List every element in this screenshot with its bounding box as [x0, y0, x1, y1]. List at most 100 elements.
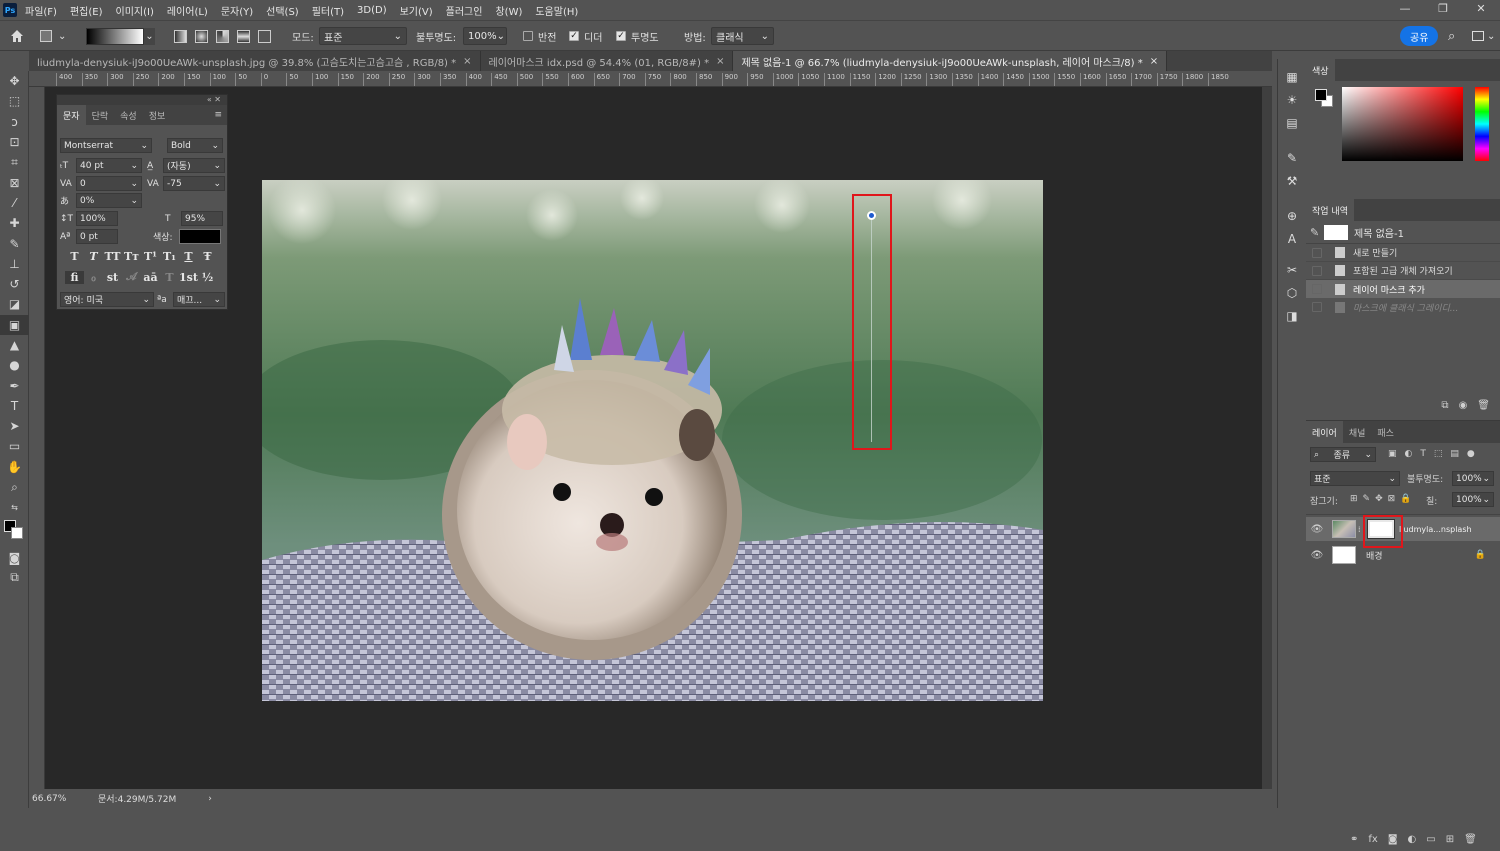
ordinals-icon[interactable]: 1st [179, 271, 198, 284]
rectangle-tool-icon[interactable]: ▭ [0, 436, 29, 456]
menu-select[interactable]: 선택(S) [266, 3, 299, 18]
hue-slider[interactable] [1475, 87, 1489, 161]
link-layers-icon[interactable]: ⚭ [1350, 834, 1358, 845]
zoom-tool-icon[interactable]: ⌕ [0, 477, 29, 497]
method-select[interactable]: 클래식 ⌄ [711, 27, 774, 45]
3d-icon[interactable]: ⬡ [1278, 281, 1306, 304]
tab-paths[interactable]: 패스 [1371, 421, 1400, 443]
camera-icon[interactable]: ◉ [1459, 400, 1468, 411]
history-item[interactable]: 포함된 고급 개체 가져오기 [1306, 262, 1500, 280]
menu-edit[interactable]: 편집(E) [70, 3, 103, 18]
menu-view[interactable]: 보기(V) [400, 3, 433, 18]
menu-plugins[interactable]: 플러그인 [446, 3, 483, 18]
font-size-input[interactable]: 40 pt ⌄ [76, 158, 142, 173]
tab-document-2[interactable]: 레이어마스크 idx.psd @ 54.4% (01, RGB/8#) * × [481, 51, 734, 71]
history-item[interactable]: 마스크에 클래식 그레이디... [1306, 298, 1500, 316]
language-select[interactable]: 영어: 미국 ⌄ [60, 292, 154, 307]
tool-presets-icon[interactable]: ✂ [1278, 258, 1306, 281]
gradient-picker[interactable]: ⌄ [86, 26, 155, 46]
linear-gradient-icon[interactable] [174, 26, 187, 46]
search-icon[interactable]: ⌕ [1448, 26, 1455, 46]
filter-adjustment-icon[interactable]: ◐ [1405, 449, 1413, 459]
vertical-scale-input[interactable]: 100% [76, 211, 118, 226]
history-brush-tool-icon[interactable]: ↺ [0, 274, 29, 294]
trash-icon[interactable]: 🗑 [1464, 834, 1477, 845]
tab-document-1[interactable]: liudmyla-denysiuk-iJ9o00UeAWk-unsplash.j… [29, 51, 481, 71]
tool-preset-picker[interactable]: ⌄ [40, 26, 66, 46]
history-toggle[interactable] [1312, 284, 1322, 294]
tab-channels[interactable]: 채널 [1343, 421, 1372, 443]
discretionary-ligatures-icon[interactable]: ℴ [84, 271, 103, 284]
type-tool-icon[interactable]: T [0, 396, 29, 416]
lock-artboard-icon[interactable]: ⊠ [1388, 494, 1396, 504]
tab-paragraph[interactable]: 단락 [86, 109, 115, 122]
opacity-input[interactable]: 100% ⌄ [463, 27, 507, 45]
mode-select[interactable]: 표준 ⌄ [319, 27, 407, 45]
restore-button[interactable]: ❐ [1424, 0, 1462, 20]
dodge-tool-icon[interactable]: ● [0, 355, 29, 375]
eraser-tool-icon[interactable]: ◪ [0, 294, 29, 314]
styles-icon[interactable]: ▤ [1278, 111, 1306, 134]
tab-layers[interactable]: 레이어 [1306, 421, 1343, 443]
new-document-from-state-icon[interactable]: ⧉ [1441, 400, 1448, 411]
ligatures-icon[interactable]: fi [65, 270, 84, 284]
tab-info[interactable]: 정보 [143, 109, 172, 122]
superscript-icon[interactable]: T¹ [141, 250, 160, 263]
frame-tool-icon[interactable]: ⊠ [0, 172, 29, 192]
history-toggle[interactable] [1312, 247, 1322, 258]
eye-icon[interactable]: 👁 [1306, 524, 1328, 535]
marquee-tool-icon[interactable]: ⬚ [0, 91, 29, 111]
close-window-button[interactable]: ✕ [1462, 0, 1500, 20]
move-tool-icon[interactable]: ✥ [0, 71, 29, 91]
menu-filter[interactable]: 필터(T) [312, 3, 344, 18]
reflected-gradient-icon[interactable] [237, 26, 250, 46]
strikethrough-icon[interactable]: Ŧ [198, 250, 217, 263]
link-icon[interactable]: ⁞ [1358, 525, 1362, 534]
workspace-icon[interactable]: ⌄ [1472, 26, 1495, 46]
default-colors-icon[interactable]: ⇆ [0, 497, 29, 517]
menu-image[interactable]: 이미지(I) [116, 3, 154, 18]
antialias-select[interactable]: 매끄... ⌄ [173, 292, 225, 307]
panel-collapse-bar[interactable]: « ✕ [57, 95, 227, 105]
brushes-icon[interactable]: ✎ [1278, 146, 1306, 169]
contextual-alternates-icon[interactable]: st [103, 271, 122, 284]
filter-type-icon[interactable]: T [1420, 449, 1426, 459]
gradient-start-handle[interactable] [867, 211, 876, 220]
horizontal-ruler[interactable]: 400 350 300 250 200 150 100 50 0 50 100 150 200 250 30… [29, 71, 1272, 87]
fractions-icon[interactable]: ½ [198, 271, 217, 284]
zoom-level[interactable]: 66.67% [32, 794, 92, 804]
vertical-ruler[interactable] [29, 87, 45, 789]
filter-pixel-icon[interactable]: ▣ [1388, 449, 1397, 459]
menu-help[interactable]: 도움말(H) [535, 3, 578, 18]
libraries-icon[interactable]: ▦ [1278, 65, 1306, 88]
lock-transparent-icon[interactable]: ⊞ [1350, 494, 1358, 504]
swash-icon[interactable]: 𝒜 [122, 270, 141, 284]
menu-layer[interactable]: 레이어(L) [167, 3, 208, 18]
filter-toggle-icon[interactable]: ● [1467, 449, 1475, 459]
layer-row-smart-object[interactable]: 👁 ⁞ liudmyla...nsplash [1306, 517, 1500, 541]
close-icon[interactable]: × [1150, 56, 1158, 67]
object-select-tool-icon[interactable]: ⊡ [0, 132, 29, 152]
tab-character[interactable]: 문자 [57, 105, 86, 125]
brush-settings-icon[interactable]: ⚒ [1278, 169, 1306, 192]
share-button[interactable]: 공유 [1400, 26, 1439, 46]
close-icon[interactable]: × [463, 56, 471, 67]
menu-window[interactable]: 창(W) [495, 3, 522, 18]
text-color-swatch[interactable] [179, 229, 221, 244]
filter-smart-object-icon[interactable]: ▤ [1450, 449, 1459, 459]
pen-tool-icon[interactable]: ✒ [0, 375, 29, 395]
minimize-button[interactable]: — [1386, 0, 1424, 20]
leading-input[interactable]: (자동) ⌄ [163, 158, 225, 173]
adjustment-layer-icon[interactable]: ◐ [1408, 834, 1417, 845]
history-item[interactable]: 새로 만들기 [1306, 244, 1500, 262]
character-icon[interactable]: A [1278, 227, 1306, 250]
clone-source-icon[interactable]: ⊕ [1278, 204, 1306, 227]
reverse-checkbox[interactable]: 반전 [523, 26, 556, 46]
lasso-tool-icon[interactable]: ↄ [0, 112, 29, 132]
font-style-select[interactable]: Bold ⌄ [167, 138, 223, 153]
all-caps-icon[interactable]: TT [103, 250, 122, 263]
status-menu-arrow[interactable]: › [208, 794, 212, 804]
blur-tool-icon[interactable]: ▲ [0, 335, 29, 355]
faux-italic-icon[interactable]: T [84, 250, 103, 263]
healing-brush-tool-icon[interactable]: ✚ [0, 213, 29, 233]
